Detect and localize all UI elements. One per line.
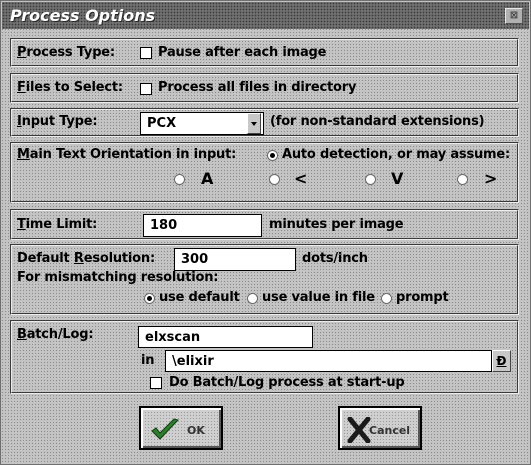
browse-directory-label: D bbox=[496, 354, 507, 368]
startup-checkbox-label[interactable]: Do Batch/Log process at start-up bbox=[169, 375, 405, 390]
orientation-right-radio[interactable] bbox=[457, 174, 468, 185]
time-limit-input[interactable]: 180 bbox=[143, 214, 262, 237]
ok-label: OK bbox=[187, 424, 205, 437]
batch-log-input[interactable]: elxscan bbox=[138, 326, 313, 348]
title-bar[interactable]: Process Options ⊠ bbox=[2, 2, 529, 29]
process-all-files-label[interactable]: Process all files in directory bbox=[158, 80, 356, 95]
orientation-down-icon: V bbox=[391, 169, 404, 188]
startup-checkbox[interactable] bbox=[150, 377, 162, 389]
orientation-up-radio[interactable] bbox=[174, 174, 185, 185]
window-title: Process Options bbox=[10, 6, 156, 25]
cancel-button[interactable]: Cancel bbox=[338, 406, 422, 450]
chevron-down-icon[interactable] bbox=[247, 113, 261, 134]
auto-detection-label[interactable]: Auto detection, or may assume: bbox=[282, 147, 510, 162]
pause-checkbox-label[interactable]: Pause after each image bbox=[158, 45, 326, 60]
orientation-left-icon: < bbox=[294, 169, 308, 188]
input-type-hint: (for non-standard extensions) bbox=[270, 114, 485, 129]
orientation-up-icon: A bbox=[201, 169, 214, 188]
orientation-group: Main Text Orientation in input: Auto det… bbox=[10, 142, 519, 203]
orientation-left-radio[interactable] bbox=[269, 174, 280, 185]
time-limit-label: Time Limit: bbox=[17, 217, 98, 232]
in-label: in bbox=[141, 353, 155, 368]
time-limit-unit: minutes per image bbox=[269, 217, 404, 232]
orientation-down-radio[interactable] bbox=[365, 174, 376, 185]
cancel-x-icon bbox=[347, 417, 371, 443]
orientation-label: Main Text Orientation in input: bbox=[17, 147, 237, 162]
prompt-label[interactable]: prompt bbox=[396, 290, 449, 305]
cancel-label: Cancel bbox=[369, 424, 411, 437]
process-type-group: Process Type: Pause after each image bbox=[10, 38, 519, 67]
process-options-window: Process Options ⊠ Process Type: Pause af… bbox=[0, 0, 531, 465]
input-type-group: Input Type: PCX (for non-standard extens… bbox=[10, 108, 519, 137]
input-type-select[interactable]: PCX bbox=[140, 112, 264, 135]
browse-directory-button[interactable]: D bbox=[492, 350, 511, 372]
checkmark-icon bbox=[151, 418, 179, 440]
files-to-select-group: Files to Select: Process all files in di… bbox=[10, 73, 519, 103]
use-default-radio[interactable] bbox=[144, 293, 155, 304]
auto-detection-radio[interactable] bbox=[267, 150, 278, 161]
use-default-label[interactable]: use default bbox=[159, 290, 240, 305]
batch-log-group: Batch/Log: elxscan in \elixir D Do Batch… bbox=[10, 320, 519, 394]
input-type-label: Input Type: bbox=[17, 114, 98, 129]
ok-button[interactable]: OK bbox=[139, 406, 223, 450]
pause-checkbox[interactable] bbox=[140, 47, 152, 59]
resolution-group: Default Resolution: 300 dots/inch For mi… bbox=[10, 244, 519, 315]
orientation-right-icon: > bbox=[484, 169, 498, 188]
process-type-label: Process Type: bbox=[17, 45, 115, 60]
resolution-input[interactable]: 300 bbox=[174, 248, 296, 271]
mismatch-label: For mismatching resolution: bbox=[17, 270, 219, 285]
directory-input[interactable]: \elixir bbox=[165, 350, 492, 372]
input-type-value: PCX bbox=[147, 116, 177, 131]
time-limit-group: Time Limit: 180 minutes per image bbox=[10, 209, 519, 240]
resolution-unit: dots/inch bbox=[302, 251, 368, 266]
use-file-value-label[interactable]: use value in file bbox=[262, 290, 375, 305]
batch-log-label: Batch/Log: bbox=[17, 327, 94, 342]
files-to-select-label: Files to Select: bbox=[17, 80, 123, 95]
process-all-files-checkbox[interactable] bbox=[140, 83, 152, 95]
close-icon[interactable]: ⊠ bbox=[505, 8, 523, 24]
resolution-label: Default Resolution: bbox=[17, 251, 155, 266]
use-file-value-radio[interactable] bbox=[247, 293, 258, 304]
prompt-radio[interactable] bbox=[381, 293, 392, 304]
